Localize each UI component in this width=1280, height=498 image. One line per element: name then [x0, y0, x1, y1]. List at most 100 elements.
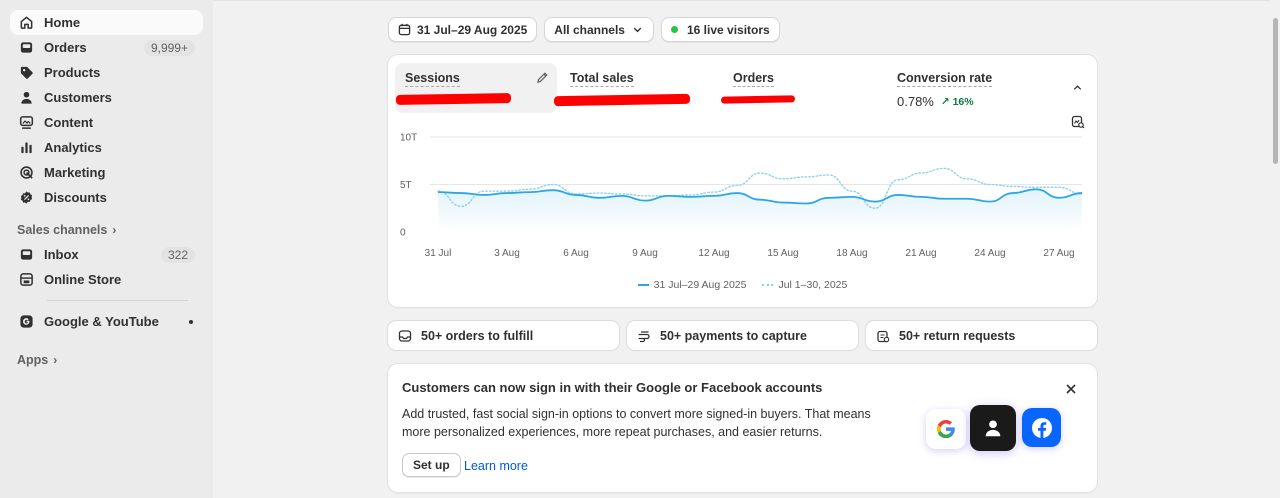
discount-icon: [18, 190, 34, 206]
x-tick-label: 6 Aug: [563, 248, 589, 259]
y-tick-label: 0: [400, 228, 406, 239]
dashboard-toolbar: 31 Jul–29 Aug 2025 All channels 16 live …: [388, 17, 780, 42]
promo-body: Add trusted, fast social sign-in options…: [402, 407, 871, 439]
top-border: [213, 0, 1280, 4]
sidebar-divider: [47, 300, 188, 301]
legend-label: 31 Jul–29 Aug 2025: [653, 279, 747, 291]
sidebar-item-label: Orders: [44, 40, 87, 55]
google-icon: [18, 314, 34, 330]
apps-label: Apps: [17, 353, 49, 367]
metric-label: Orders: [733, 71, 774, 87]
chevron-right-icon: ›: [112, 223, 117, 237]
sidebar-item-customers[interactable]: Customers: [10, 85, 203, 110]
sidebar-item-marketing[interactable]: Marketing: [10, 160, 203, 185]
x-tick-label: 15 Aug: [767, 248, 798, 259]
sales-channels-label: Sales channels: [17, 223, 108, 237]
sidebar-item-content[interactable]: Content: [10, 110, 203, 135]
sidebar-item-label: Online Store: [44, 272, 122, 287]
sidebar-item-online-store[interactable]: Online Store: [10, 267, 203, 292]
redacted-value: [720, 95, 796, 104]
trend-value: 16%: [952, 95, 974, 108]
sidebar-item-inbox[interactable]: Inbox 322: [10, 242, 203, 267]
metric-label: Sessions: [405, 71, 460, 87]
metric-total-sales[interactable]: Total sales: [553, 63, 722, 113]
sidebar-item-orders[interactable]: Orders 9,999+: [10, 35, 203, 60]
live-status-dot: [670, 26, 678, 33]
task-return-requests[interactable]: 50+ return requests: [866, 321, 1097, 350]
chevron-down-icon: [631, 23, 644, 36]
promo-title: Customers can now sign in with their Goo…: [402, 380, 823, 395]
legend-swatch-solid: [637, 284, 649, 286]
legend-item-previous[interactable]: Jul 1–30, 2025: [762, 279, 847, 291]
task-label: 50+ orders to fulfill: [421, 328, 534, 343]
sidebar: Home Orders 9,999+ Products Customers Co…: [0, 0, 213, 498]
redacted-value: [395, 92, 512, 106]
x-tick-label: 18 Aug: [836, 248, 867, 259]
live-visitors-label: 16 live visitors: [686, 22, 770, 37]
sidebar-item-google-youtube[interactable]: Google & YouTube: [10, 309, 203, 334]
sidebar-item-label: Content: [44, 115, 94, 130]
metric-label: Conversion rate: [897, 71, 993, 87]
scrollbar-thumb[interactable]: [1273, 18, 1278, 164]
redacted-value: [553, 93, 691, 107]
sidebar-item-discounts[interactable]: Discounts: [10, 185, 203, 210]
status-dot: [189, 319, 193, 324]
legend-swatch-dotted: [762, 284, 774, 286]
series-area-fill: [438, 189, 1082, 232]
task-payments-to-capture[interactable]: 50+ payments to capture: [627, 321, 858, 350]
chart-legend: 31 Jul–29 Aug 2025 Jul 1–30, 2025: [388, 279, 1097, 291]
sidebar-item-analytics[interactable]: Analytics: [10, 135, 203, 160]
calendar-icon: [398, 23, 411, 36]
x-tick-label: 24 Aug: [974, 248, 1005, 259]
task-orders-to-fulfill[interactable]: 50+ orders to fulfill: [388, 321, 619, 350]
content-icon: [18, 115, 34, 131]
home-icon: [18, 15, 34, 31]
live-visitors-button[interactable]: 16 live visitors: [660, 17, 780, 42]
inbox-icon: [18, 247, 34, 263]
metric-value-row: 0.78% ↗ 16%: [897, 94, 1039, 109]
metric-orders[interactable]: Orders: [720, 63, 885, 113]
metrics-card: Sessions Total sales Orders Conversion r…: [388, 55, 1097, 307]
orders-icon: [398, 329, 421, 343]
y-tick-label: 5T: [400, 180, 412, 191]
inbox-count-badge: 322: [160, 246, 195, 263]
x-tick-label: 27 Aug: [1043, 248, 1074, 259]
payment-icon: [637, 329, 660, 343]
conversion-rate-value: 0.78%: [897, 94, 934, 109]
page-scrollbar[interactable]: [1270, 0, 1280, 498]
pencil-icon[interactable]: [536, 71, 549, 84]
x-tick-label: 3 Aug: [494, 248, 520, 259]
date-range-button[interactable]: 31 Jul–29 Aug 2025: [388, 17, 538, 42]
x-tick-label: 9 Aug: [632, 248, 658, 259]
learn-more-link[interactable]: Learn more: [464, 459, 528, 473]
chevron-up-icon[interactable]: [1072, 81, 1083, 96]
channel-filter-label: All channels: [554, 22, 625, 37]
store-icon: [18, 272, 34, 288]
x-tick-label: 21 Aug: [905, 248, 936, 259]
close-icon[interactable]: [1065, 382, 1077, 400]
date-range-label: 31 Jul–29 Aug 2025: [417, 22, 528, 37]
metric-label: Total sales: [570, 71, 634, 87]
channel-filter-button[interactable]: All channels: [544, 17, 654, 42]
sales-channels-header[interactable]: Sales channels ›: [10, 218, 203, 242]
sidebar-item-home[interactable]: Home: [10, 10, 203, 35]
sidebar-item-label: Google & YouTube: [44, 314, 159, 329]
return-icon: [876, 329, 899, 343]
set-up-button[interactable]: Set up: [402, 453, 461, 477]
person-icon: [18, 90, 34, 106]
task-label: 50+ payments to capture: [660, 328, 807, 343]
orders-icon: [18, 40, 34, 56]
apps-header[interactable]: Apps ›: [10, 348, 203, 372]
sidebar-item-label: Products: [44, 65, 101, 80]
metric-sessions[interactable]: Sessions: [395, 63, 557, 113]
sidebar-item-label: Marketing: [44, 165, 106, 180]
legend-label: Jul 1–30, 2025: [778, 279, 848, 291]
target-icon: [18, 165, 34, 181]
sidebar-item-products[interactable]: Products: [10, 60, 203, 85]
legend-item-current[interactable]: 31 Jul–29 Aug 2025: [637, 279, 747, 291]
metric-conversion-rate[interactable]: Conversion rate 0.78% ↗ 16%: [887, 63, 1049, 113]
chevron-right-icon: ›: [53, 353, 58, 367]
sidebar-item-label: Analytics: [44, 140, 102, 155]
sidebar-item-label: Discounts: [44, 190, 107, 205]
facebook-logo-tile: [1022, 408, 1061, 447]
